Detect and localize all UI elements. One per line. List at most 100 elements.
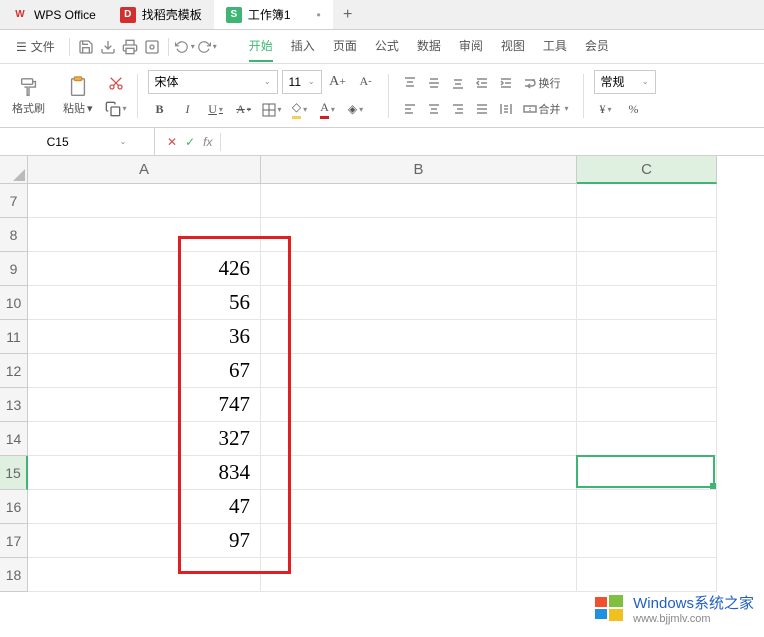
cell-A18[interactable] (28, 558, 261, 592)
redo-icon[interactable]: ▾ (197, 37, 217, 57)
font-size-select[interactable]: 11⌄ (282, 70, 322, 94)
cell-B12[interactable] (261, 354, 577, 388)
cell-C12[interactable] (577, 354, 717, 388)
print-icon[interactable] (120, 37, 140, 57)
cell-A16[interactable]: 47 (28, 490, 261, 524)
tab-insert[interactable]: 插入 (291, 31, 315, 62)
cell-A14[interactable]: 327 (28, 422, 261, 456)
row-header-16[interactable]: 16 (0, 490, 28, 524)
app-tab-template[interactable]: D 找稻壳模板 (108, 0, 214, 29)
align-center-button[interactable] (423, 98, 445, 120)
italic-button[interactable]: I (176, 98, 200, 122)
align-top-button[interactable] (399, 72, 421, 94)
cell-A7[interactable] (28, 184, 261, 218)
cell-B18[interactable] (261, 558, 577, 592)
distribute-button[interactable] (495, 98, 517, 120)
cell-B13[interactable] (261, 388, 577, 422)
fill-color-button[interactable]: ◇▾ (288, 98, 312, 122)
new-tab-button[interactable]: + (333, 6, 363, 24)
cell-B11[interactable] (261, 320, 577, 354)
currency-button[interactable]: ¥▾ (594, 98, 618, 122)
name-box-input[interactable] (28, 135, 88, 149)
tab-data[interactable]: 数据 (417, 31, 441, 62)
decrease-indent-button[interactable] (471, 72, 493, 94)
cell-A15[interactable]: 834 (28, 456, 261, 490)
cell-B9[interactable] (261, 252, 577, 286)
row-header-10[interactable]: 10 (0, 286, 28, 320)
cell-A10[interactable]: 56 (28, 286, 261, 320)
app-tab-workbook[interactable]: S 工作簿1 • (214, 0, 333, 29)
number-format-select[interactable]: 常规⌄ (594, 70, 656, 94)
row-header-9[interactable]: 9 (0, 252, 28, 286)
row-header-17[interactable]: 17 (0, 524, 28, 558)
column-header-C[interactable]: C (577, 156, 717, 184)
border-button[interactable]: ▾ (260, 98, 284, 122)
tab-view[interactable]: 视图 (501, 31, 525, 62)
column-header-B[interactable]: B (261, 156, 577, 184)
cell-B15[interactable] (261, 456, 577, 490)
cell-B8[interactable] (261, 218, 577, 252)
cell-C18[interactable] (577, 558, 717, 592)
align-right-button[interactable] (447, 98, 469, 120)
cell-A17[interactable]: 97 (28, 524, 261, 558)
row-header-14[interactable]: 14 (0, 422, 28, 456)
bold-button[interactable]: B (148, 98, 172, 122)
format-painter-button[interactable]: 格式刷 (6, 67, 51, 125)
confirm-icon[interactable]: ✓ (185, 135, 195, 149)
row-header-11[interactable]: 11 (0, 320, 28, 354)
name-box[interactable]: ⌄ (0, 128, 155, 155)
decrease-font-button[interactable]: A- (354, 70, 378, 94)
percent-button[interactable]: % (622, 98, 646, 122)
cell-B16[interactable] (261, 490, 577, 524)
font-color-button[interactable]: A▾ (316, 98, 340, 122)
tab-member[interactable]: 会员 (585, 31, 609, 62)
tab-page[interactable]: 页面 (333, 31, 357, 62)
cell-B10[interactable] (261, 286, 577, 320)
app-tab-wps[interactable]: W WPS Office (0, 0, 108, 29)
cell-C11[interactable] (577, 320, 717, 354)
cell-B14[interactable] (261, 422, 577, 456)
cell-A9[interactable]: 426 (28, 252, 261, 286)
increase-font-button[interactable]: A+ (326, 70, 350, 94)
save-icon[interactable] (76, 37, 96, 57)
cell-A11[interactable]: 36 (28, 320, 261, 354)
row-header-15[interactable]: 15 (0, 456, 28, 490)
align-middle-button[interactable] (423, 72, 445, 94)
merge-cells-button[interactable]: 合并▾ (519, 98, 573, 120)
copy-button[interactable]: ▾ (105, 98, 127, 120)
cell-C15[interactable] (577, 456, 717, 490)
cell-C8[interactable] (577, 218, 717, 252)
highlight-button[interactable]: ◈▾ (344, 98, 368, 122)
paste-button[interactable]: 粘贴▾ (57, 67, 99, 125)
cell-A13[interactable]: 747 (28, 388, 261, 422)
justify-button[interactable] (471, 98, 493, 120)
tab-formula[interactable]: 公式 (375, 31, 399, 62)
print-preview-icon[interactable] (142, 37, 162, 57)
column-header-A[interactable]: A (28, 156, 261, 184)
align-left-button[interactable] (399, 98, 421, 120)
cut-button[interactable] (105, 72, 127, 94)
underline-button[interactable]: U▾ (204, 98, 228, 122)
row-header-18[interactable]: 18 (0, 558, 28, 592)
cell-B7[interactable] (261, 184, 577, 218)
cell-C10[interactable] (577, 286, 717, 320)
cell-B17[interactable] (261, 524, 577, 558)
strikethrough-button[interactable]: A▾ (232, 98, 256, 122)
row-header-12[interactable]: 12 (0, 354, 28, 388)
wrap-text-button[interactable]: 换行 (519, 72, 565, 94)
row-header-13[interactable]: 13 (0, 388, 28, 422)
export-icon[interactable] (98, 37, 118, 57)
row-header-8[interactable]: 8 (0, 218, 28, 252)
file-menu[interactable]: ☰ 文件 (8, 38, 63, 55)
cell-C16[interactable] (577, 490, 717, 524)
cell-grid[interactable]: 4265636677473278344797 (28, 184, 717, 592)
font-name-select[interactable]: 宋体⌄ (148, 70, 278, 94)
cancel-icon[interactable]: ✕ (167, 135, 177, 149)
tab-start[interactable]: 开始 (249, 31, 273, 62)
cell-C17[interactable] (577, 524, 717, 558)
fx-label[interactable]: fx (203, 135, 212, 149)
cell-A8[interactable] (28, 218, 261, 252)
undo-icon[interactable]: ▾ (175, 37, 195, 57)
increase-indent-button[interactable] (495, 72, 517, 94)
cell-C7[interactable] (577, 184, 717, 218)
